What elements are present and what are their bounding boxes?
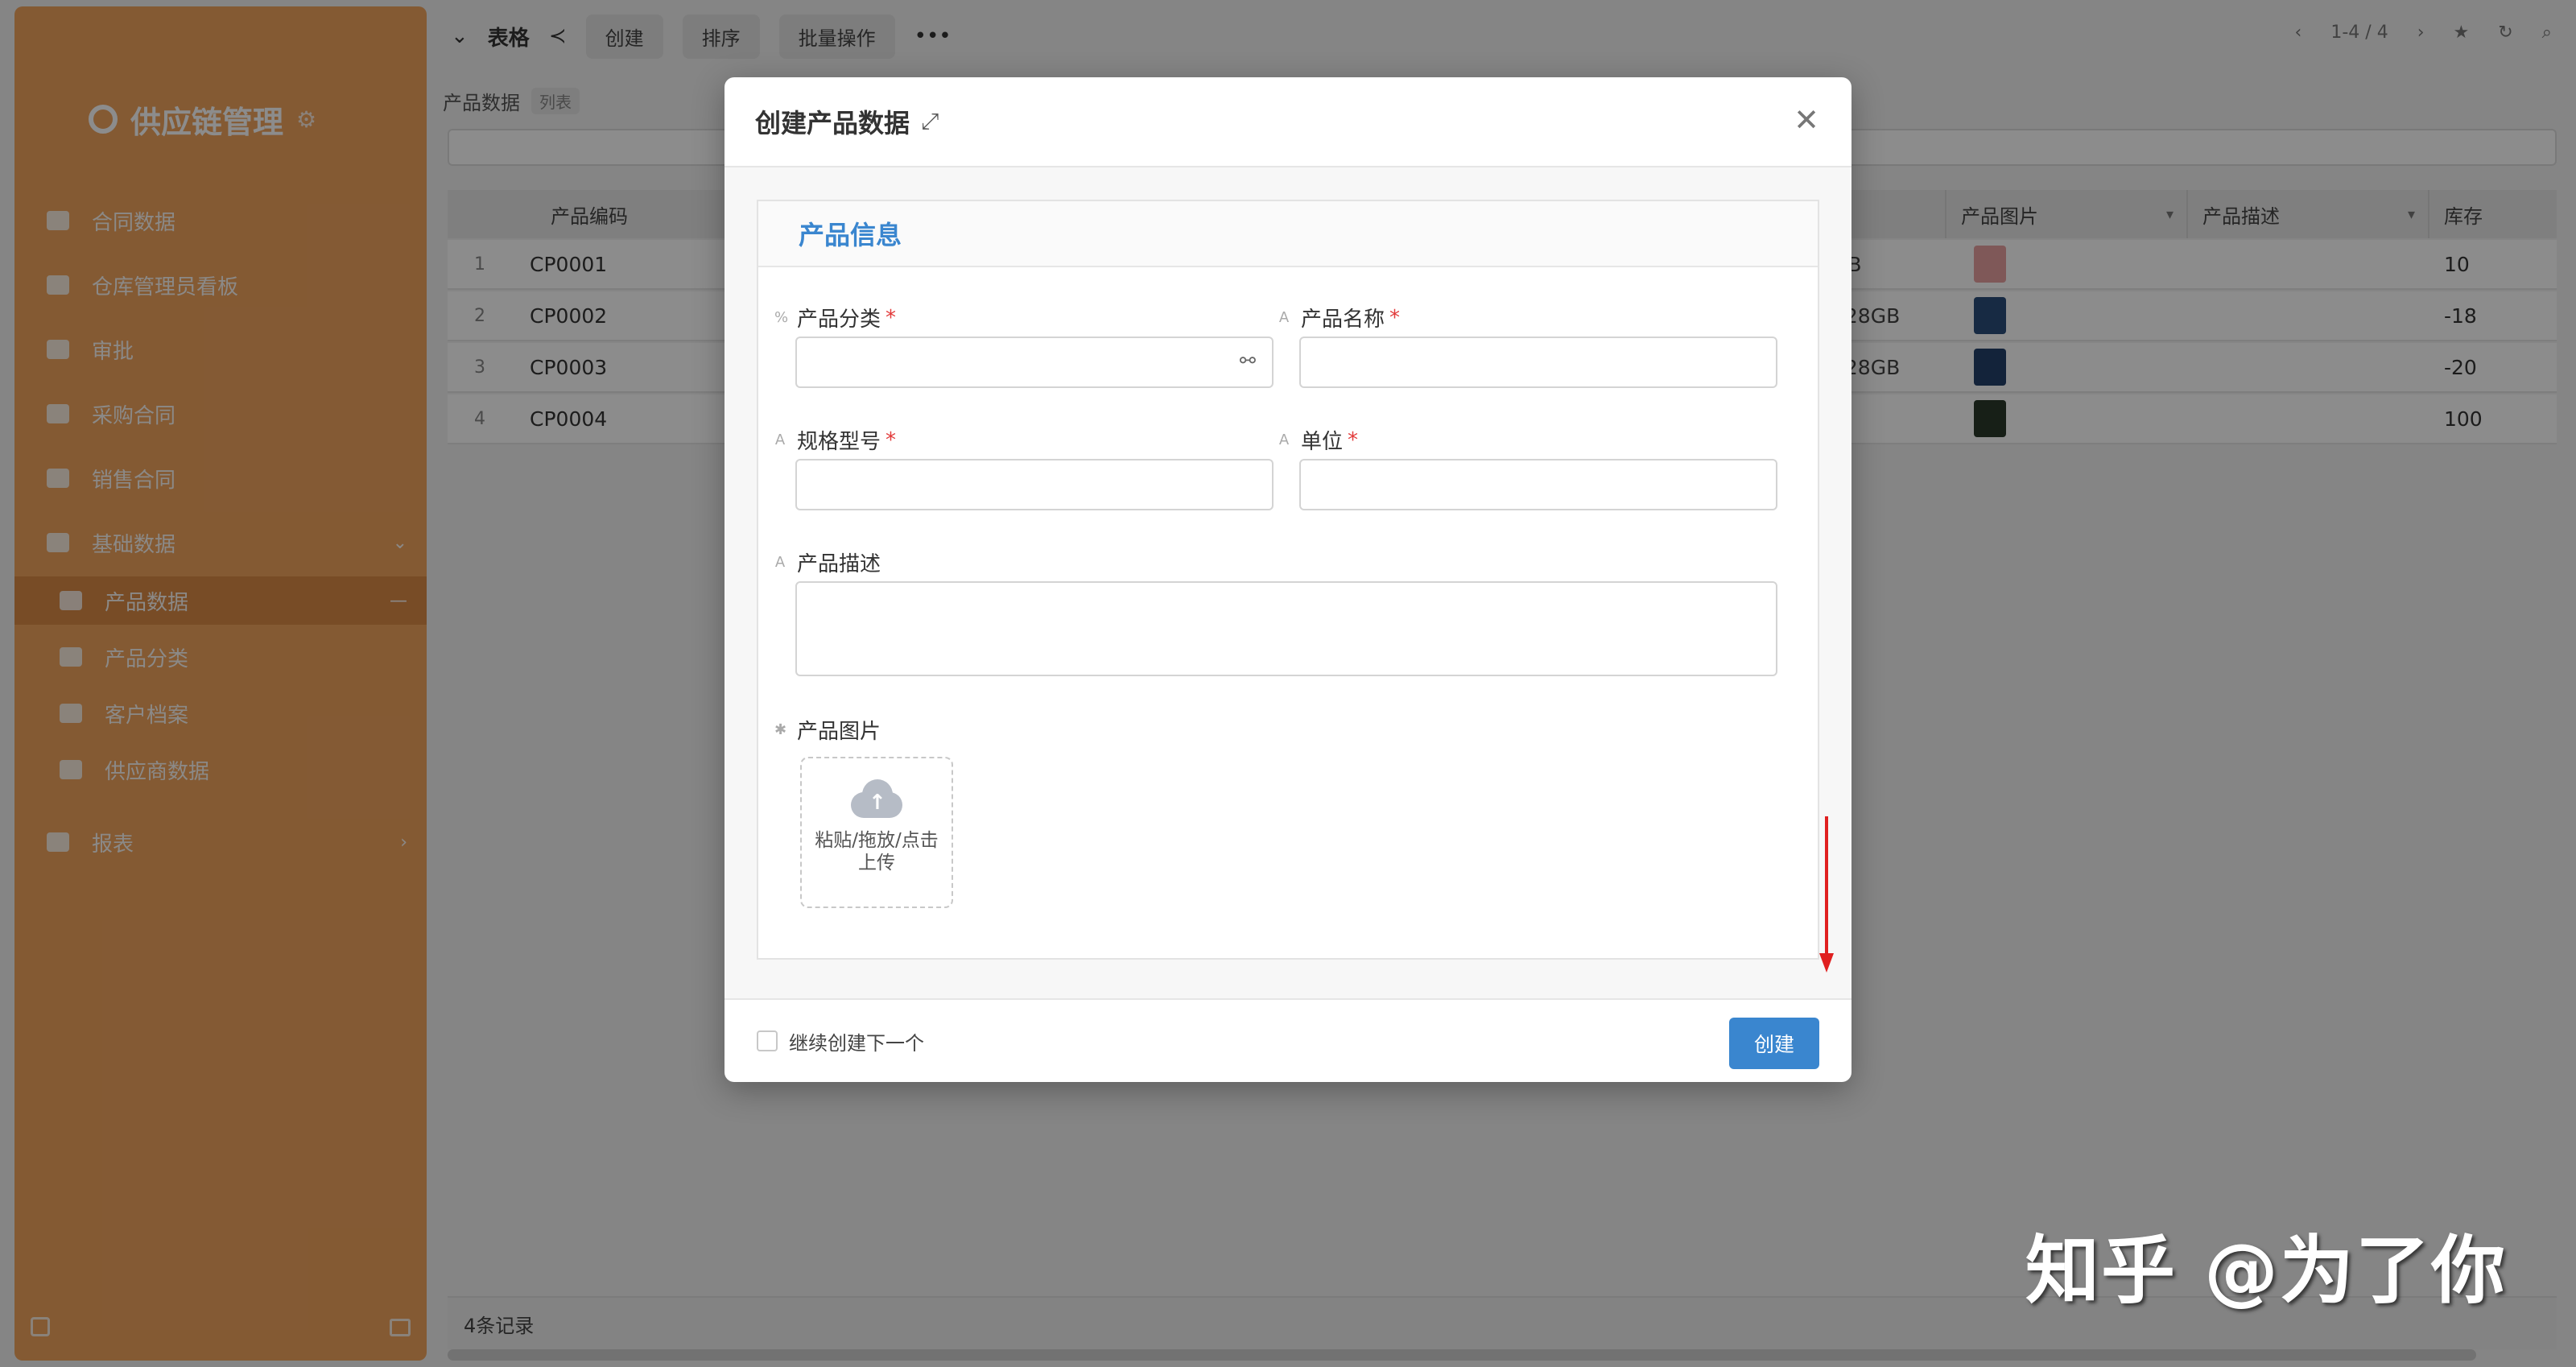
create-product-dialog: 创建产品数据 ⤢ ✕ 产品信息 % 产品分类 * ⚯ A 产品名称 * A 规格… xyxy=(724,77,1852,1082)
continue-create-label[interactable]: 继续创建下一个 xyxy=(789,1027,924,1055)
text-field-icon: A xyxy=(774,432,786,448)
text-field-icon: A xyxy=(774,554,786,571)
name-input[interactable] xyxy=(1299,337,1777,388)
category-label: % 产品分类 * xyxy=(774,305,897,332)
dialog-header: 创建产品数据 ⤢ ✕ xyxy=(724,77,1852,167)
upload-hint: 粘贴/拖放/点击上传 xyxy=(815,830,939,873)
dialog-footer: 继续创建下一个 创建 xyxy=(724,998,1852,1082)
required-mark: * xyxy=(886,427,897,452)
spec-input[interactable] xyxy=(795,459,1274,510)
attachment-field-icon: ✱ xyxy=(774,721,787,738)
close-icon[interactable]: ✕ xyxy=(1794,105,1819,135)
dialog-body: 产品信息 % 产品分类 * ⚯ A 产品名称 * A 规格型号 * A 单位 *… xyxy=(724,167,1852,998)
create-button[interactable]: 创建 xyxy=(1729,1018,1819,1069)
text-field-icon: A xyxy=(1278,309,1290,326)
unit-label: A 单位 * xyxy=(1278,427,1359,455)
category-input[interactable]: ⚯ xyxy=(795,337,1274,388)
continue-create-checkbox[interactable] xyxy=(757,1030,778,1051)
spec-label: A 规格型号 * xyxy=(774,427,897,455)
description-textarea[interactable] xyxy=(795,581,1777,676)
section-title: 产品信息 xyxy=(758,201,1818,267)
image-upload-dropzone[interactable]: ↑ 粘贴/拖放/点击上传 xyxy=(800,757,953,908)
watermark: 知乎 @为了你 xyxy=(2025,1228,2508,1314)
link-field-icon: % xyxy=(774,309,789,326)
expand-icon[interactable]: ⤢ xyxy=(921,108,939,135)
required-mark: * xyxy=(1348,427,1359,452)
required-mark: * xyxy=(1389,305,1401,330)
unit-input[interactable] xyxy=(1299,459,1777,510)
name-label: A 产品名称 * xyxy=(1278,305,1401,332)
annotation-arrow xyxy=(1819,816,1834,973)
image-label: ✱ 产品图片 xyxy=(774,720,881,744)
dialog-title: 创建产品数据 xyxy=(755,108,910,138)
description-label: A 产品描述 xyxy=(774,552,881,576)
required-mark: * xyxy=(886,305,897,330)
link-icon[interactable]: ⚯ xyxy=(1240,349,1256,372)
product-info-section: 产品信息 % 产品分类 * ⚯ A 产品名称 * A 规格型号 * A 单位 *… xyxy=(757,200,1834,973)
text-field-icon: A xyxy=(1278,432,1290,448)
cloud-upload-icon: ↑ xyxy=(851,779,902,818)
